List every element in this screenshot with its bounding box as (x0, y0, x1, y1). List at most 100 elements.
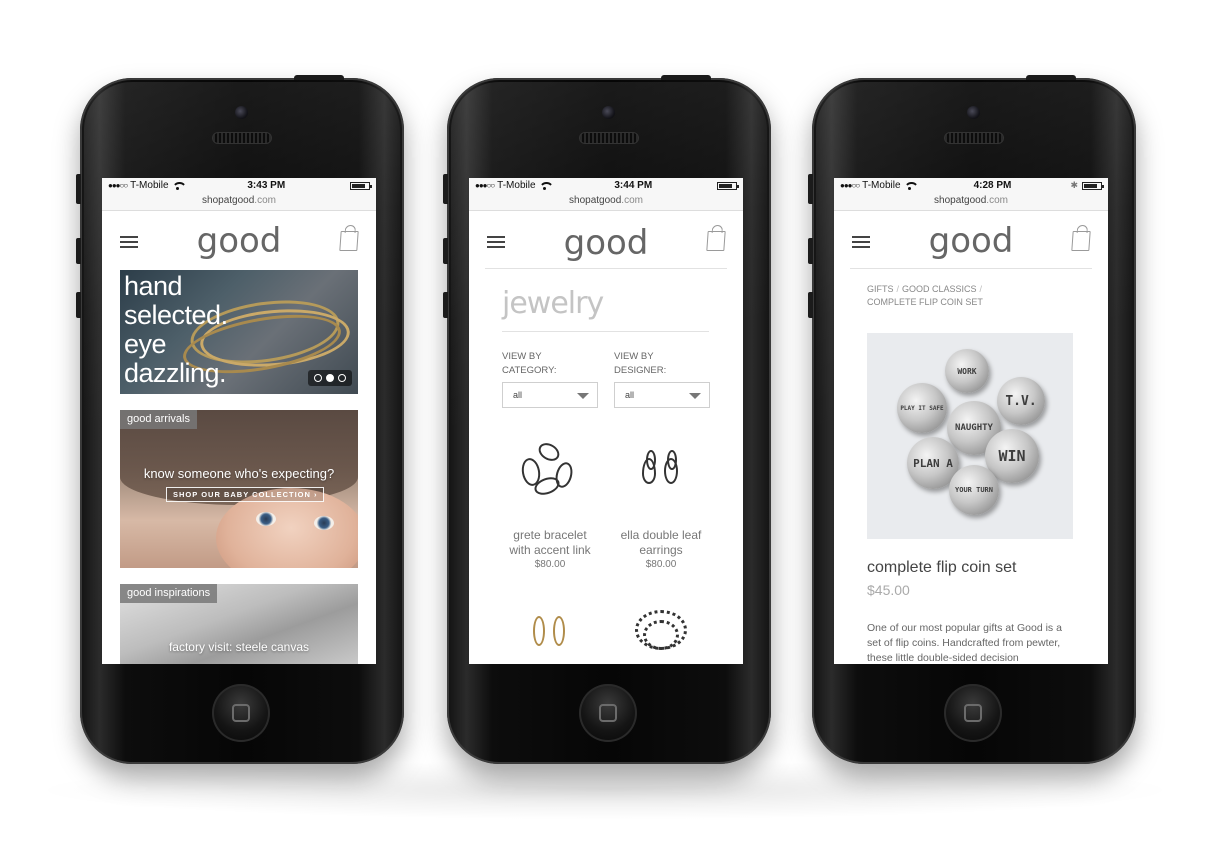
header-divider (485, 268, 727, 269)
phone-3: ●●●○○ T-Mobile 4:28 PM ✱ shopatgood.com … (808, 75, 1136, 764)
power-button (661, 75, 711, 80)
wifi-icon (171, 181, 187, 190)
product-image[interactable]: WORK PLAY IT SAFE T.V. NAUGHTY PLAN A WI… (867, 333, 1073, 539)
address-bar[interactable]: shopatgood.com (469, 193, 743, 211)
category-select[interactable]: all (502, 382, 598, 408)
phone-2: ●●●○○ T-Mobile 3:44 PM shopatgood.com go… (443, 75, 771, 764)
url-host: shopatgood (202, 195, 255, 206)
home-button-icon[interactable] (212, 684, 270, 742)
address-bar[interactable]: shopatgood.com (102, 193, 376, 211)
screen-jewelry: ●●●○○ T-Mobile 3:44 PM shopatgood.com go… (469, 178, 743, 664)
site-logo[interactable]: good (834, 221, 1108, 261)
screen-product-detail: ●●●○○ T-Mobile 4:28 PM ✱ shopatgood.com … (834, 178, 1108, 664)
floor-shadow (30, 760, 1180, 820)
pager-dot[interactable] (338, 374, 346, 382)
product-price: $45.00 (867, 582, 910, 598)
product-price: $80.00 (534, 559, 566, 570)
front-camera (235, 106, 248, 119)
shop-baby-collection-button[interactable]: SHOP OUR BABY COLLECTION › (166, 487, 325, 502)
designer-filter: VIEW BY DESIGNER: all (614, 350, 710, 408)
wifi-icon (538, 181, 554, 190)
section-tag: good inspirations (120, 584, 218, 603)
chevron-down-icon (689, 393, 701, 399)
front-camera (602, 106, 615, 119)
mute-switch (808, 174, 813, 204)
home-button-icon[interactable] (579, 684, 637, 742)
phone-1: ●●●○○ T-Mobile 3:43 PM shopatgood.com go… (76, 75, 404, 764)
clock: 3:43 PM (247, 180, 286, 191)
earpiece-speaker (212, 132, 272, 144)
front-camera (967, 106, 980, 119)
signal-icon: ●●●○○ (475, 181, 495, 190)
pager-dot[interactable] (314, 374, 322, 382)
page-title: jewelry (502, 286, 604, 321)
shopping-bag-icon[interactable] (1071, 231, 1091, 251)
address-bar[interactable]: shopatgood.com (834, 193, 1108, 211)
coin: PLAY IT SAFE (897, 383, 947, 433)
product-title: complete flip coin set (867, 559, 1017, 576)
site-header: good (834, 211, 1108, 269)
carrier-label: T-Mobile (497, 180, 536, 191)
coin: T.V. (997, 377, 1045, 425)
product-card[interactable]: ella double leaf earrings $80.00 (606, 440, 716, 570)
carrier-label: T-Mobile (862, 180, 901, 191)
status-bar: ●●●○○ T-Mobile 3:43 PM (102, 178, 376, 193)
coin: YOUR TURN (949, 465, 999, 515)
power-button (1026, 75, 1076, 80)
section-tag: good arrivals (120, 410, 197, 429)
clock: 3:44 PM (614, 180, 653, 191)
banner-headline: factory visit: steele canvas (168, 640, 310, 654)
filter-label: VIEW BY DESIGNER: (614, 351, 667, 376)
breadcrumb-link-good-classics[interactable]: GOOD CLASSICS (902, 284, 977, 294)
banner-headline: know someone who's expecting? (143, 466, 335, 481)
url-tld: .com (986, 195, 1008, 206)
wifi-icon (903, 181, 919, 190)
breadcrumb-link-gifts[interactable]: GIFTS (867, 284, 894, 294)
filter-label: VIEW BY CATEGORY: (502, 351, 557, 376)
divider (502, 331, 709, 332)
earrings-image (525, 612, 575, 664)
bluetooth-icon: ✱ (1070, 180, 1078, 190)
product-description: One of our most popular gifts at Good is… (867, 622, 1062, 664)
earrings-image (636, 440, 686, 510)
carousel-pager[interactable] (308, 370, 352, 386)
url-tld: .com (254, 195, 276, 206)
status-bar: ●●●○○ T-Mobile 3:44 PM (469, 178, 743, 193)
url-tld: .com (621, 195, 643, 206)
volume-down-button (76, 292, 81, 318)
home-button-icon[interactable] (944, 684, 1002, 742)
battery-icon (1082, 181, 1104, 190)
product-card[interactable]: grete bracelet with accent link $80.00 (495, 439, 605, 570)
signal-icon: ●●●○○ (108, 181, 128, 190)
volume-down-button (443, 292, 448, 318)
power-button (294, 75, 344, 80)
volume-down-button (808, 292, 813, 318)
hero-headline: hand selected. eye dazzling. (124, 271, 228, 388)
product-card[interactable] (495, 612, 605, 664)
hero-carousel[interactable]: hand selected. eye dazzling. (120, 270, 358, 394)
battery-icon (349, 181, 372, 190)
volume-up-button (808, 238, 813, 264)
product-price: $80.00 (645, 559, 677, 570)
url-host: shopatgood (569, 195, 622, 206)
site-header: good (102, 211, 376, 269)
site-header: good (469, 211, 743, 269)
site-logo[interactable]: good (102, 221, 376, 261)
breadcrumb: GIFTS / GOOD CLASSICS / COMPLETE FLIP COIN … (867, 284, 983, 307)
site-logo[interactable]: good (469, 223, 743, 263)
shopping-bag-icon[interactable] (339, 231, 359, 251)
pager-dot-active[interactable] (326, 374, 334, 382)
header-divider (850, 268, 1092, 269)
designer-select[interactable]: all (614, 382, 710, 408)
product-card[interactable] (606, 606, 716, 664)
good-arrivals-banner[interactable]: good arrivals know someone who's expecti… (120, 410, 358, 568)
good-inspirations-banner[interactable]: good inspirations factory visit: steele … (120, 584, 358, 664)
breadcrumb-current: COMPLETE FLIP COIN SET (867, 297, 983, 307)
category-filter: VIEW BY CATEGORY: all (502, 350, 598, 408)
volume-up-button (76, 238, 81, 264)
shopping-bag-icon[interactable] (706, 231, 726, 251)
earpiece-speaker (944, 132, 1004, 144)
coin: WORK (945, 349, 989, 393)
volume-up-button (443, 238, 448, 264)
earpiece-speaker (579, 132, 639, 144)
